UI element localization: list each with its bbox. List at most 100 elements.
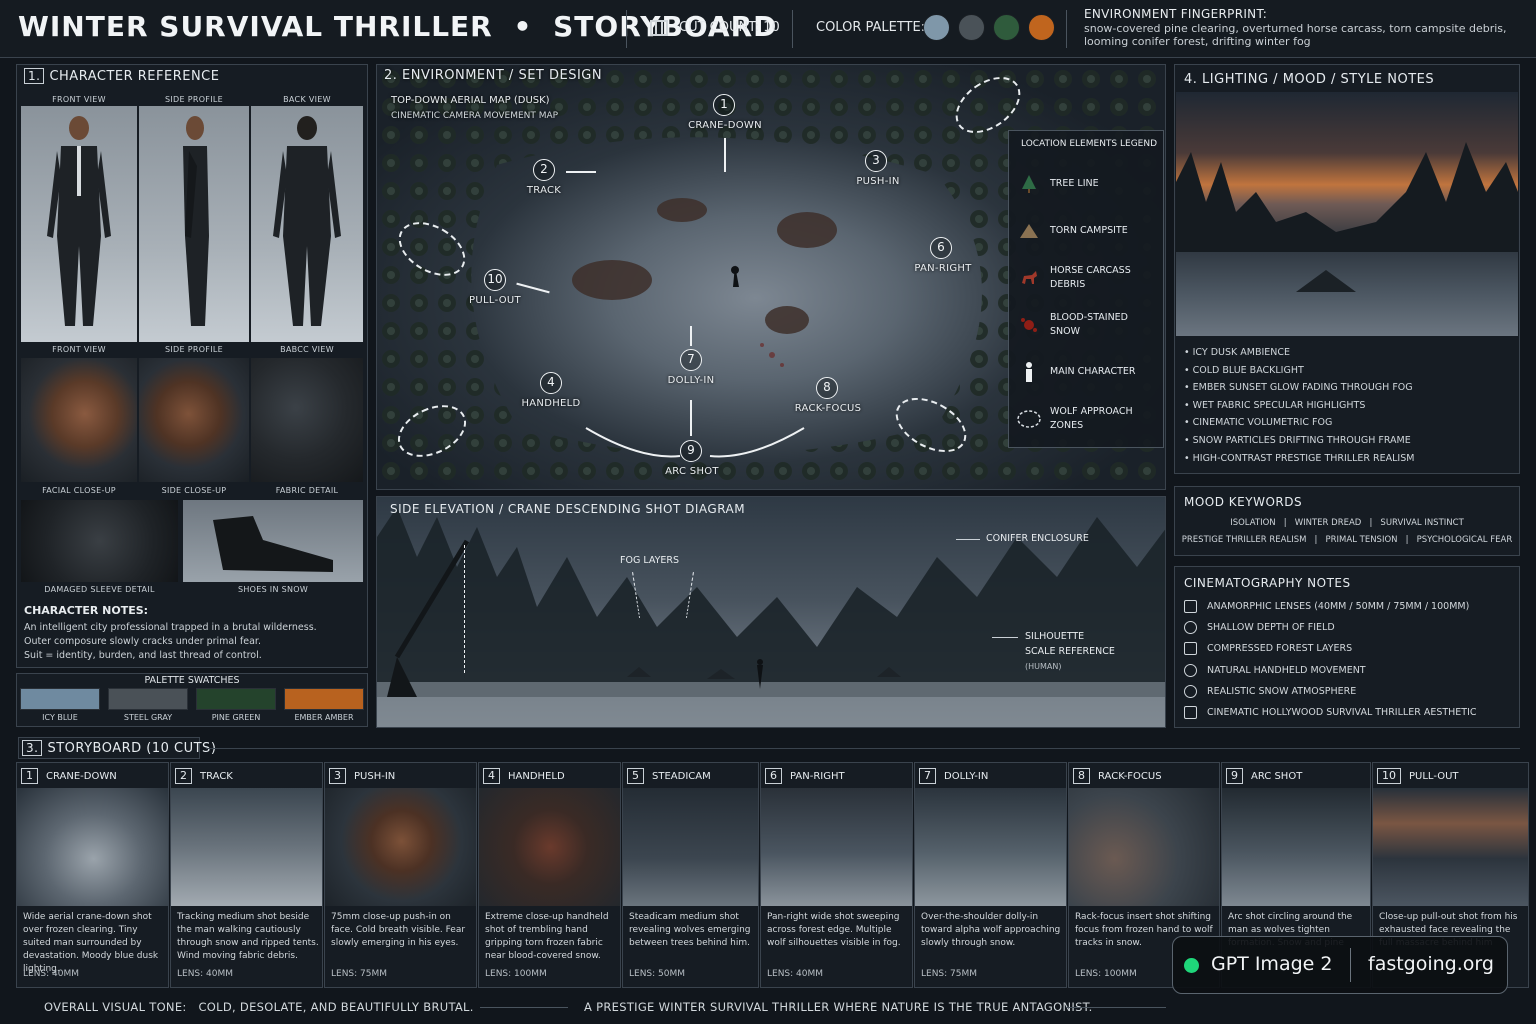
tone-label: OVERALL VISUAL TONE: [44,1000,187,1014]
lighting-bullet: • CINEMATIC VOLUMETRIC FOG [1184,417,1333,429]
mood-title: MOOD KEYWORDS [1184,495,1303,509]
sleeve-detail-image [21,500,178,582]
swatch-name: PINE GREEN [211,713,261,722]
cut-name: STEADICAM [652,770,711,782]
environment-sub: TOP-DOWN AERIAL MAP (DUSK) [391,95,550,106]
header-palette [923,14,1055,42]
lighting-title: 4. LIGHTING / MOOD / STYLE NOTES [1184,72,1435,87]
film-icon [650,20,668,36]
cut-name: PAN-RIGHT [790,770,845,782]
lighting-bullet: • ICY DUSK AMBIENCE [1184,347,1291,358]
header-divider [792,10,793,48]
cut-header: 4 HANDHELD [483,767,565,785]
cut-number: 6 [765,768,782,784]
legend-label: TORN CAMPSITE [1050,224,1128,236]
cut-name: ARC SHOT [1251,770,1303,782]
palette-dot [993,14,1020,41]
storyboard-cut: 1 CRANE-DOWN Wide aerial crane-down shot o… [16,762,169,988]
palette-dot [923,14,950,41]
legend-item: HORSE CARCASS DEBRIS [1016,254,1160,301]
cut-header: 5 STEADICAM [627,767,711,785]
cut-lens: LENS: 40MM [767,969,824,979]
cut-name: DOLLY-IN [944,770,989,782]
move-label: HANDHELD [521,398,581,409]
tent-icon [1016,220,1042,242]
swatch-chip [284,688,364,710]
cut-frame-image [479,788,620,906]
move-marker: 10 [484,269,506,291]
cut-description: Tracking medium shot beside the man walk… [177,912,319,961]
wolf-zone-icon [1016,408,1042,430]
arrow-down [724,138,726,172]
cut-frame-image [761,788,912,906]
legend-item: BLOOD-STAINED SNOW [1016,301,1160,348]
view-label: SIDE PROFILE [165,345,223,354]
cine-label: NATURAL HANDHELD MOVEMENT [1207,664,1366,676]
cut-lens: LENS: 75MM [331,969,388,979]
storyboard-cut: 6 PAN-RIGHT Pan-right wide shot sweeping a… [760,762,913,988]
header-divider [1066,10,1067,48]
side-closeup-image [139,358,249,482]
detail-label: DAMAGED SLEEVE DETAIL [44,585,155,594]
legend-title: LOCATION ELEMENTS LEGEND [1021,139,1158,149]
character-notes: An intelligent city professional trapped… [24,621,317,663]
cut-number: 3 [329,768,346,784]
note-line: Suit = identity, burden, and last thread… [24,650,262,661]
legend-label: MAIN CHARACTER [1050,365,1136,377]
footer-tone: OVERALL VISUAL TONE: COLD, DESOLATE, AND… [44,1000,474,1014]
legend-item: WOLF APPROACH ZONES [1016,395,1160,442]
cut-number: 9 [1226,768,1243,784]
view-label: SIDE PROFILE [165,95,223,104]
fabric-detail-image [251,358,363,482]
storyboard-rule [206,748,1520,749]
palette-dot [1028,14,1055,41]
facial-closeup-image [21,358,137,482]
silhouette-label: SCALE REFERENCE [1025,646,1115,657]
cine-item: CINEMATIC HOLLYWOOD SURVIVAL THRILLER AE… [1184,702,1514,723]
cut-frame-image [1373,788,1528,906]
cut-frame-image [171,788,322,906]
legend-label: BLOOD-STAINED SNOW [1050,311,1128,337]
elevation-title: SIDE ELEVATION / CRANE DESCENDING SHOT D… [390,502,746,516]
move-marker: 1 [713,94,735,116]
storyboard-cut: 4 HANDHELD Extreme close-up handheld shot … [478,762,621,988]
note-line: Outer composure slowly cracks under prim… [24,636,261,647]
tone-value: COLD, DESOLATE, AND BEAUTIFULLY BRUTAL. [198,1000,474,1014]
closeup-label: SIDE CLOSE-UP [161,486,227,495]
swatch-name: STEEL GRAY [123,713,173,722]
tree-icon [1016,173,1042,195]
leader-line [956,539,980,540]
cut-name: PUSH-IN [354,770,396,782]
forest-silhouette [377,507,1165,727]
swatch-name: ICY BLUE [42,713,78,722]
view-label: BACK VIEW [283,95,331,104]
cut-lens: LENS: 100MM [1075,969,1137,979]
badge-site: fastgoing.org [1368,953,1494,975]
crane-path [464,545,465,673]
lighting-bullet: • WET FABRIC SPECULAR HIGHLIGHTS [1184,399,1366,411]
cut-count: CUT COUNT: 10 [679,20,780,35]
legend-item: TORN CAMPSITE [1016,207,1160,254]
legend-item: MAIN CHARACTER [1016,348,1160,395]
storyboard-cut: 7 DOLLY-IN Over-the-shoulder dolly-in towa… [914,762,1067,988]
blood-icon [1016,314,1042,336]
note-line: An intelligent city professional trapped… [24,622,317,633]
view-label: FRONT VIEW [52,345,106,354]
footer-rule [480,1007,568,1008]
arrow-up [690,326,692,346]
cut-name: CRANE-DOWN [46,770,117,782]
move-label: TRACK [526,185,562,196]
move-marker: 7 [680,349,702,371]
view-label: FRONT VIEW [52,95,106,104]
side-view-image [139,106,249,342]
storyboard-cut: 2 TRACK Tracking medium shot beside the ma… [170,762,323,988]
status-dot-icon [1184,958,1199,973]
title-main: WINTER SURVIVAL THRILLER [18,10,493,43]
cut-header: 8 RACK-FOCUS [1073,767,1162,785]
swatch-chip [20,688,100,710]
cut-frame-image [915,788,1066,906]
environment-title: 2. ENVIRONMENT / SET DESIGN [384,68,603,83]
swatch-name: EMBER AMBER [294,713,354,722]
cut-frame-image [325,788,476,906]
view-label: BABCC VIEW [280,345,334,354]
